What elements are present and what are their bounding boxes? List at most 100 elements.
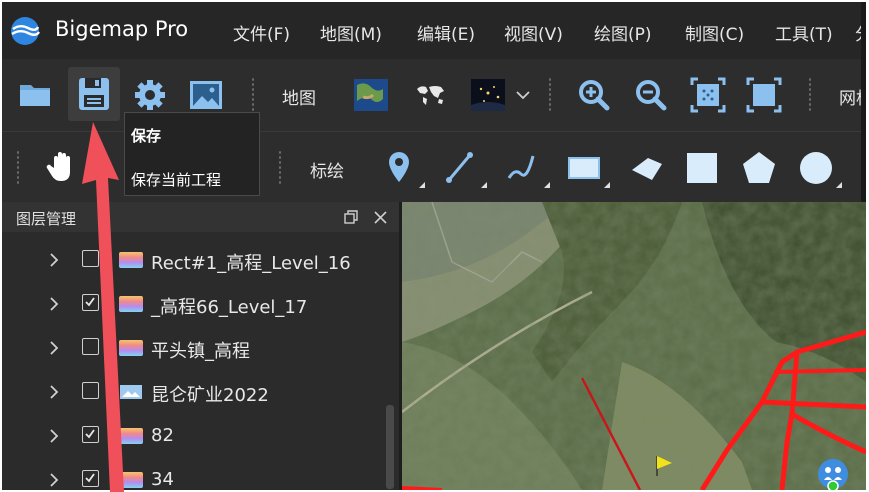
full-extent-button[interactable] (742, 73, 786, 117)
layer-checkbox[interactable] (82, 382, 99, 399)
layer-name: Rect#1_高程_Level_16 (151, 253, 351, 274)
open-project-button[interactable] (14, 73, 58, 117)
chevron-right-icon[interactable] (46, 471, 62, 489)
menu-file[interactable]: 文件(F) (233, 20, 290, 45)
world-map-button[interactable] (409, 73, 453, 117)
layer-checkbox[interactable] (82, 470, 99, 487)
menu-tools[interactable]: 工具(T) (775, 20, 833, 45)
menu-cartography[interactable]: 制图(C) (685, 20, 744, 45)
draw-curve-button[interactable] (499, 146, 543, 190)
title-bar: Bigemap Pro 文件(F) 地图(M) 编辑(E) 视图(V) 绘图(P… (2, 2, 866, 59)
layer-row[interactable]: _高程66_Level_17 (2, 282, 392, 326)
layer-checkbox[interactable] (82, 294, 99, 311)
satellite-map-imagery (402, 202, 866, 490)
zoom-in-button[interactable] (572, 73, 616, 117)
panel-title: 图层管理 (16, 210, 77, 228)
layer-name: 82 (151, 425, 174, 446)
checkmark-icon (85, 297, 95, 307)
hand-icon (46, 152, 70, 181)
elevation-gradient-icon (119, 428, 143, 444)
submenu-indicator (604, 182, 610, 188)
map-view[interactable] (402, 202, 866, 490)
elevation-gradient-icon (119, 472, 143, 488)
draw-polygon-button[interactable] (624, 146, 668, 190)
checkmark-icon (85, 429, 95, 439)
chevron-right-icon[interactable] (46, 383, 62, 401)
full-screen-icon (746, 77, 782, 113)
panel-header: 图层管理 (2, 202, 399, 232)
layer-row[interactable]: 34 (2, 458, 392, 490)
toolbar-grip[interactable] (808, 77, 812, 113)
draw-rectangle-button[interactable] (562, 146, 606, 190)
draw-square-button[interactable] (680, 146, 724, 190)
user-location-marker-icon[interactable] (816, 458, 850, 490)
chevron-right-icon[interactable] (46, 427, 62, 445)
menu-view[interactable]: 视图(V) (504, 20, 563, 45)
line-icon (446, 152, 473, 183)
float-window-icon[interactable] (344, 210, 359, 225)
zoom-out-icon (636, 80, 667, 111)
chevron-right-icon[interactable] (46, 339, 62, 357)
gear-icon (135, 80, 165, 110)
polygon-icon (632, 158, 662, 180)
chevron-right-icon[interactable] (46, 251, 62, 269)
draw-point-button[interactable] (377, 146, 421, 190)
night-map-button[interactable] (466, 73, 510, 117)
layer-row[interactable]: 昆仑矿业2022 (2, 370, 392, 414)
close-icon[interactable] (373, 210, 388, 225)
image-layer-icon (120, 385, 142, 399)
toolbar-grip[interactable] (548, 77, 552, 113)
rectangle-icon (568, 157, 600, 179)
flag-marker-icon[interactable] (654, 454, 676, 478)
zoom-extent-icon (690, 77, 726, 113)
folder-icon (20, 85, 50, 106)
circle-icon (800, 152, 832, 184)
bigemap-logo-icon (11, 17, 40, 45)
toolbar-grip[interactable] (251, 77, 255, 113)
checkmark-icon (85, 473, 95, 483)
map-pin-icon (389, 152, 409, 182)
curve-icon (507, 155, 535, 179)
layer-checkbox[interactable] (82, 426, 99, 443)
layer-checkbox[interactable] (82, 338, 99, 355)
pan-button[interactable] (40, 146, 84, 190)
elevation-gradient-icon (119, 296, 143, 312)
chevron-down-icon[interactable] (515, 89, 531, 101)
elevation-gradient-icon (119, 252, 143, 268)
submenu-indicator (544, 182, 550, 188)
menu-edit[interactable]: 编辑(E) (417, 20, 475, 45)
panel-scrollbar[interactable] (386, 405, 394, 489)
layer-row[interactable]: 82 (2, 414, 392, 458)
zoom-out-button[interactable] (629, 73, 673, 117)
satellite-map-button[interactable] (349, 73, 393, 117)
draw-pentagon-button[interactable] (737, 146, 781, 190)
submenu-indicator (836, 182, 842, 188)
square-icon (687, 153, 717, 183)
layer-manager-panel: 图层管理 Rect#1_高程_Level_16 _高程66_Level_17 平… (2, 202, 402, 490)
menu-map[interactable]: 地图(M) (320, 20, 382, 45)
picture-icon (190, 81, 222, 109)
layer-row[interactable]: 平头镇_高程 (2, 326, 392, 370)
app-title: Bigemap Pro (55, 17, 189, 41)
draw-line-button[interactable] (437, 146, 481, 190)
map-label: 地图 (282, 89, 316, 109)
app-window: Bigemap Pro 文件(F) 地图(M) 编辑(E) 视图(V) 绘图(P… (2, 2, 866, 490)
image-export-button[interactable] (184, 73, 228, 117)
submenu-indicator (419, 182, 425, 188)
toolbar-grip[interactable] (278, 150, 282, 186)
menu-draw[interactable]: 绘图(P) (594, 20, 652, 45)
window-edge (861, 2, 866, 202)
save-tooltip: 保存 保存当前工程 (124, 112, 260, 196)
layer-row[interactable]: Rect#1_高程_Level_16 (2, 238, 392, 282)
toolbar-grip[interactable] (16, 150, 20, 186)
submenu-indicator (481, 182, 487, 188)
draw-circle-button[interactable] (794, 146, 838, 190)
layer-name: 昆仑矿业2022 (151, 385, 269, 406)
zoom-to-extent-button[interactable] (686, 73, 730, 117)
save-button[interactable] (68, 67, 120, 121)
floppy-disk-icon (79, 78, 109, 110)
layer-checkbox[interactable] (82, 250, 99, 267)
settings-button[interactable] (128, 73, 172, 117)
chevron-right-icon[interactable] (46, 295, 62, 313)
night-earth-icon (471, 79, 505, 111)
